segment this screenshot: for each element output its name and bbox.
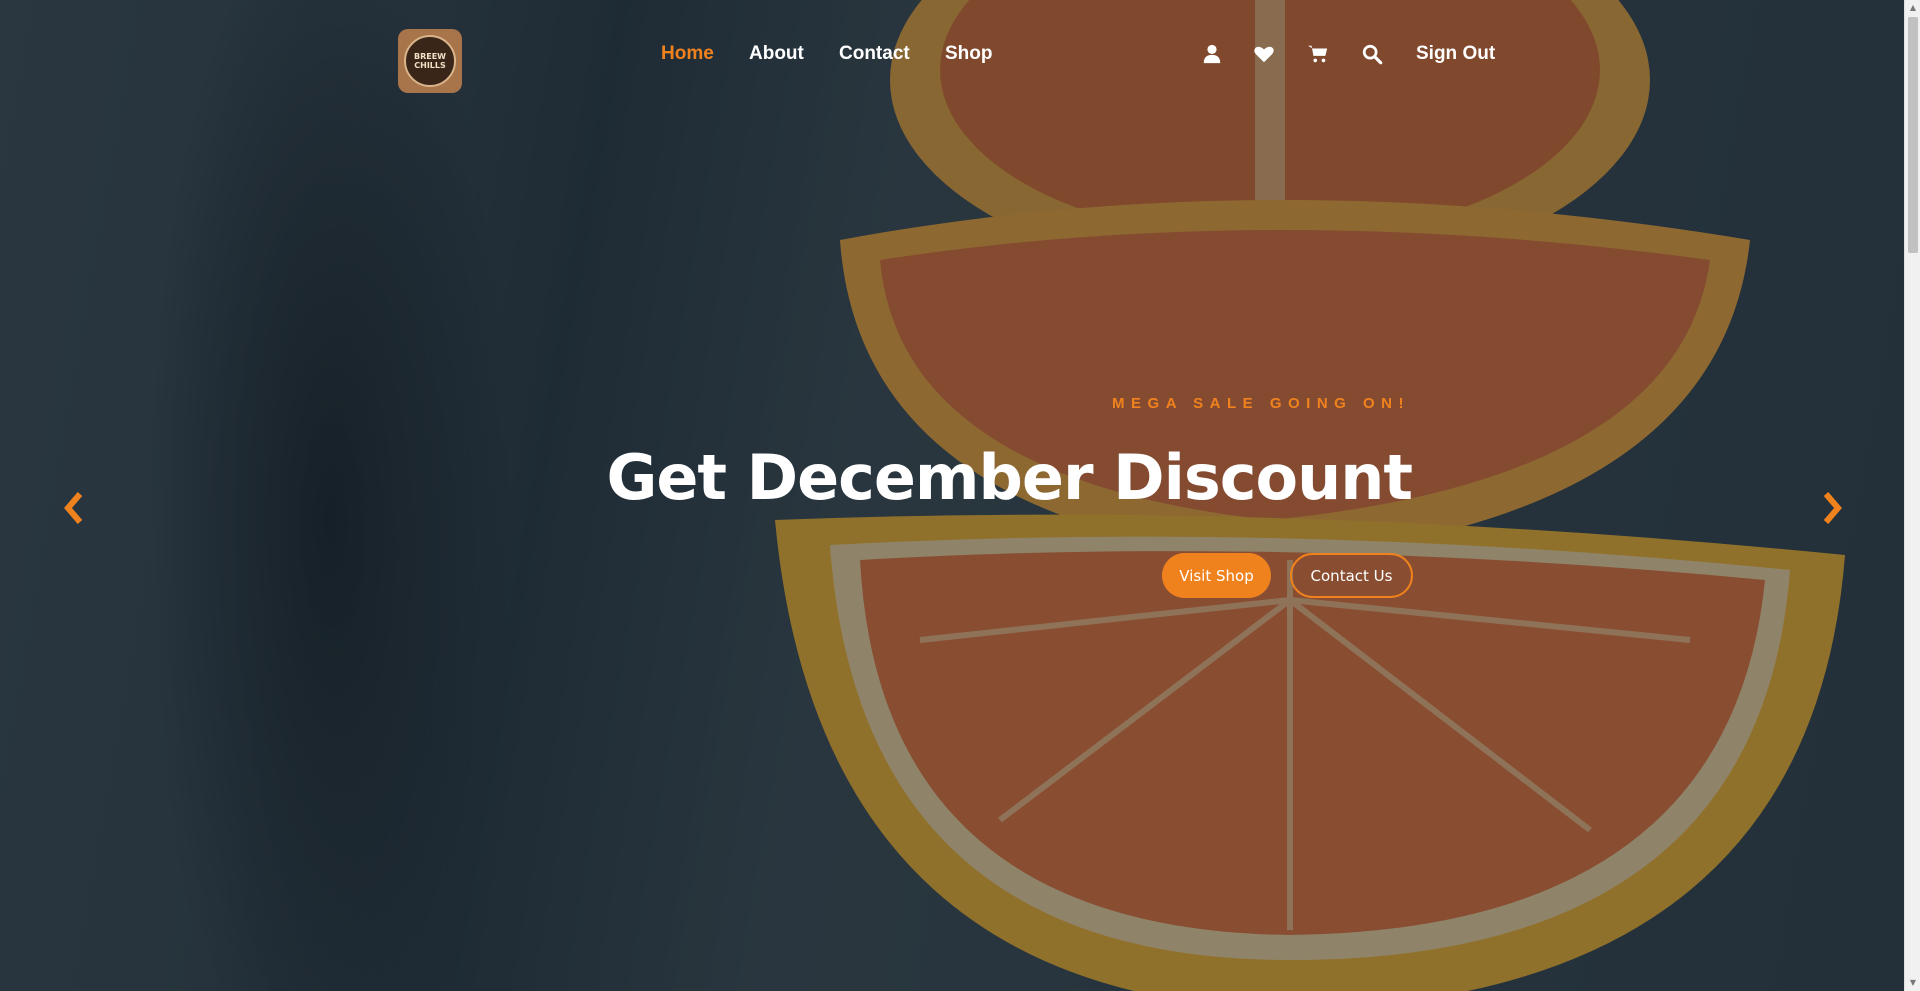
nav-link-home[interactable]: Home	[661, 40, 714, 68]
logo-text-line1: BREEW	[413, 52, 446, 61]
scroll-up-icon[interactable]: ▲	[1905, 0, 1920, 16]
hero-headline: Get December Discount	[606, 441, 1413, 514]
user-icon[interactable]	[1201, 43, 1223, 65]
logo-text-line2: CHILLS	[414, 61, 446, 70]
sign-out-link[interactable]: Sign Out	[1416, 40, 1495, 68]
scroll-down-icon[interactable]: ▼	[1905, 975, 1920, 991]
search-icon[interactable]	[1361, 43, 1383, 65]
heart-icon[interactable]	[1253, 43, 1275, 65]
brand-logo[interactable]: BREEW CHILLS	[398, 29, 462, 93]
scrollbar-thumb[interactable]	[1908, 17, 1918, 253]
cart-icon[interactable]	[1307, 43, 1329, 65]
chevron-right-icon[interactable]	[1818, 490, 1848, 526]
nav-link-about[interactable]: About	[749, 40, 804, 68]
contact-us-button[interactable]: Contact Us	[1290, 553, 1413, 598]
chevron-left-icon[interactable]	[58, 490, 88, 526]
visit-shop-button[interactable]: Visit Shop	[1162, 553, 1271, 598]
page-scrollbar[interactable]: ▲ ▼	[1904, 0, 1920, 991]
hero-eyebrow: MEGA SALE GOING ON!	[1112, 395, 1410, 412]
logo-badge: BREEW CHILLS	[404, 35, 456, 87]
nav-link-contact[interactable]: Contact	[839, 40, 910, 68]
nav-link-shop[interactable]: Shop	[945, 40, 993, 68]
